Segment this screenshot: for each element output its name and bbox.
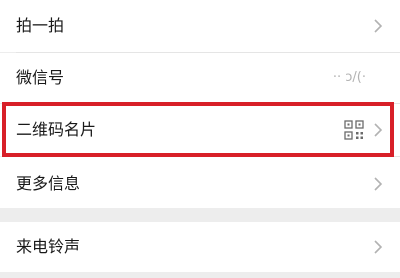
settings-row-label: 来电铃声 <box>16 237 81 256</box>
settings-row-label: 微信号 <box>16 68 65 87</box>
settings-row-wechat-id[interactable]: 微信号 ·· ɔ/(· <box>0 53 400 103</box>
chevron-right-icon <box>374 123 383 137</box>
qr-code-icon <box>344 120 364 140</box>
settings-row-pat[interactable]: 拍一拍 <box>0 0 400 52</box>
wechat-id-value: ·· ɔ/(· <box>332 70 366 85</box>
settings-row-ringtone[interactable]: 来电铃声 <box>0 222 400 272</box>
settings-row-more-info[interactable]: 更多信息 <box>0 157 400 208</box>
settings-row-label: 二维码名片 <box>16 120 97 139</box>
settings-row-qr-card[interactable]: 二维码名片 <box>0 104 400 156</box>
chevron-right-icon <box>374 19 383 33</box>
chevron-right-icon <box>374 240 383 254</box>
chevron-right-icon <box>374 177 383 191</box>
settings-row-label: 拍一拍 <box>16 16 65 35</box>
settings-row-label: 更多信息 <box>16 174 81 193</box>
